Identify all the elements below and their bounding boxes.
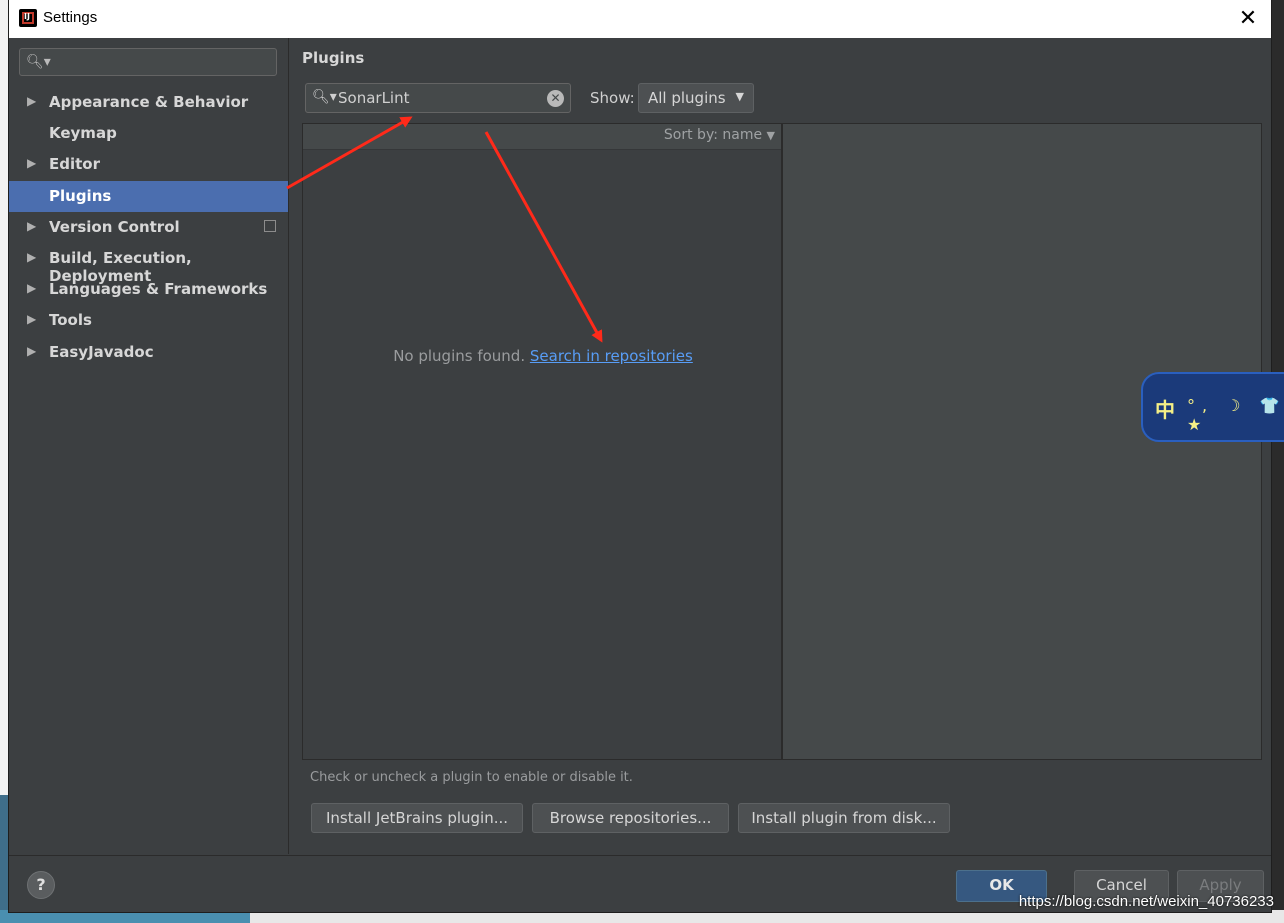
annotation-arrow-to-search: [286, 116, 413, 190]
annotation-arrow-to-link: [484, 131, 603, 343]
watermark: https://blog.csdn.net/weixin_40736233: [1018, 893, 1274, 910]
annotation-arrows: [286, 116, 603, 343]
